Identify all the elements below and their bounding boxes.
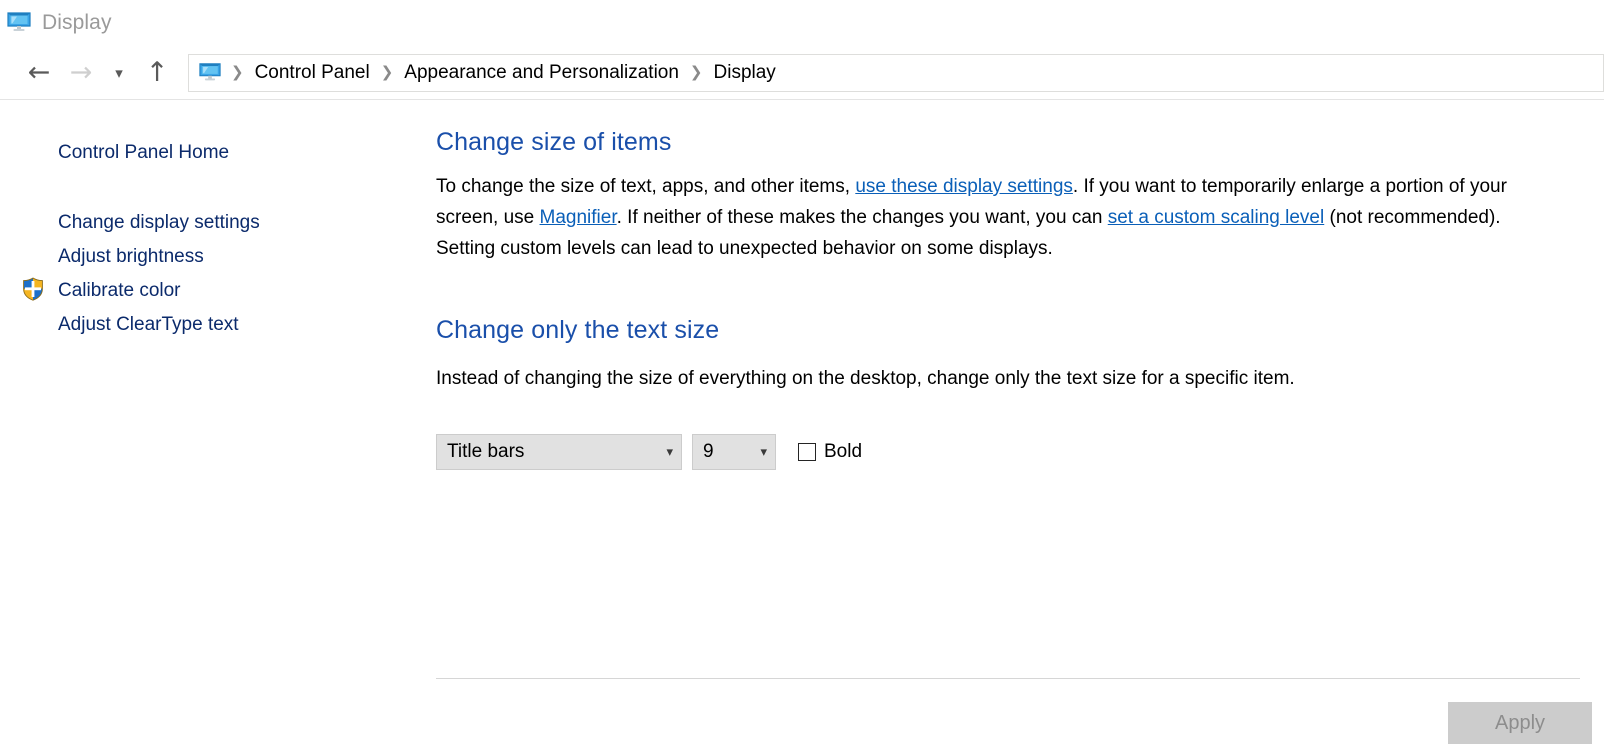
sidebar-item-control-panel-home[interactable]: Control Panel Home: [0, 136, 436, 170]
sidebar: Control Panel Home Change display settin…: [0, 100, 436, 694]
icon-slot: [16, 276, 58, 306]
use-these-display-settings-link[interactable]: use these display settings: [855, 176, 1073, 197]
set-custom-scaling-level-link[interactable]: set a custom scaling level: [1108, 207, 1325, 228]
forward-button[interactable]: →: [60, 53, 102, 93]
sidebar-item-label: Control Panel Home: [58, 142, 230, 163]
breadcrumb-separator: ❯: [380, 63, 394, 81]
footer-divider: [436, 678, 1580, 679]
page-title-change-size-of-items: Change size of items: [436, 128, 672, 156]
sidebar-item-adjust-brightness[interactable]: Adjust brightness: [0, 240, 436, 274]
font-size-select[interactable]: 9 ▾: [692, 434, 776, 470]
font-size-select-value: 9: [703, 441, 714, 462]
sidebar-item-label: Calibrate color: [58, 280, 181, 301]
back-button[interactable]: ←: [18, 53, 60, 93]
apply-button[interactable]: Apply: [1448, 702, 1592, 744]
text-size-controls: Title bars ▾ 9 ▾ Bold: [436, 434, 1580, 470]
bold-checkbox[interactable]: [798, 443, 816, 461]
chevron-down-icon: ▾: [666, 444, 673, 460]
sidebar-item-adjust-cleartype-text[interactable]: Adjust ClearType text: [0, 308, 436, 342]
main-panel: Change size of items To change the size …: [436, 100, 1604, 744]
uac-shield-icon: [22, 276, 44, 306]
address-bar[interactable]: ❯ Control Panel ❯ Appearance and Persona…: [188, 53, 1604, 92]
bold-checkbox-wrapper[interactable]: Bold: [798, 441, 862, 463]
bold-checkbox-label: Bold: [824, 441, 863, 462]
window-title: Display: [42, 11, 112, 34]
change-size-description: To change the size of text, apps, and ot…: [436, 171, 1558, 264]
description-text-segment: To change the size of text, apps, and ot…: [436, 176, 856, 197]
title-bar: Display: [0, 0, 1604, 46]
sidebar-item-calibrate-color[interactable]: Calibrate color: [0, 274, 436, 308]
breadcrumb-separator: ❯: [231, 63, 244, 81]
description-text-segment: . If neither of these makes the changes …: [616, 207, 1108, 228]
item-select[interactable]: Title bars ▾: [436, 434, 682, 470]
sidebar-item-change-display-settings[interactable]: Change display settings: [0, 206, 436, 240]
change-text-size-description: Instead of changing the size of everythi…: [436, 368, 1295, 389]
breadcrumb-appearance-and-personalization[interactable]: Appearance and Personalization: [400, 62, 683, 84]
breadcrumb-display[interactable]: Display: [710, 62, 780, 84]
sidebar-item-label: Adjust ClearType text: [58, 314, 239, 335]
chevron-down-icon: ▾: [760, 444, 767, 460]
navigation-bar: ← → ▾ ↑ ❯ Control Panel ❯ Appearance and…: [0, 46, 1604, 100]
up-button[interactable]: ↑: [136, 53, 178, 93]
magnifier-link[interactable]: Magnifier: [540, 207, 617, 228]
breadcrumb-separator: ❯: [689, 63, 703, 81]
monitor-icon: [6, 11, 32, 35]
breadcrumb-control-panel[interactable]: Control Panel: [251, 62, 374, 84]
forward-arrow-icon: →: [69, 57, 93, 88]
sidebar-item-label: Adjust brightness: [58, 246, 204, 267]
content-area: Control Panel Home Change display settin…: [0, 100, 1604, 744]
change-text-size-section: Change only the text size Instead of cha…: [436, 316, 1580, 470]
item-select-value: Title bars: [447, 441, 525, 462]
back-arrow-icon: ←: [27, 57, 51, 88]
sidebar-item-label: Change display settings: [58, 212, 260, 233]
chevron-down-icon: ▾: [115, 63, 123, 82]
monitor-icon: [198, 62, 222, 84]
up-arrow-icon: ↑: [145, 57, 169, 88]
recent-locations-button[interactable]: ▾: [102, 53, 136, 93]
section-title-change-only-the-text-size: Change only the text size: [436, 316, 720, 344]
